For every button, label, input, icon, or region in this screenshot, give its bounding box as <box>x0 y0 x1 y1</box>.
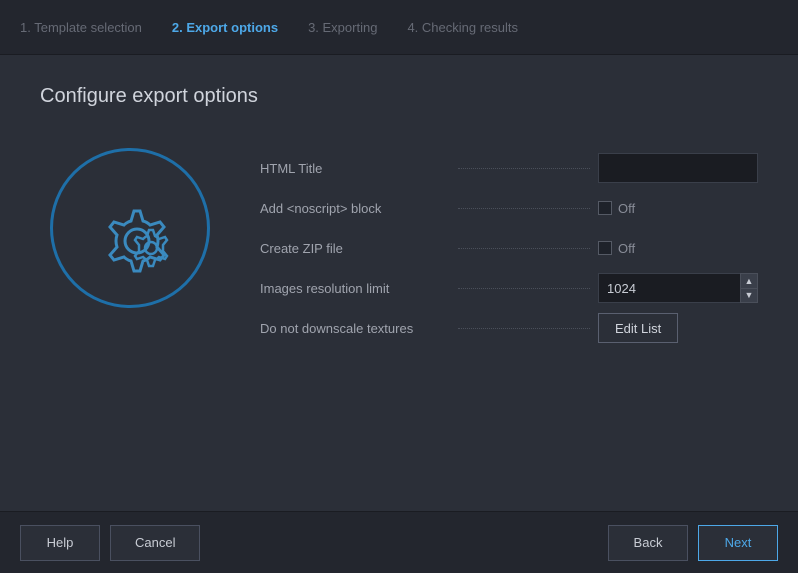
zip-off-label: Off <box>618 241 635 256</box>
images-res-row: Images resolution limit ▲ ▼ <box>260 268 758 308</box>
wizard-step-4: 4. Checking results <box>407 20 518 35</box>
edit-list-button[interactable]: Edit List <box>598 313 678 343</box>
zip-label: Create ZIP file <box>260 241 450 256</box>
html-title-dots <box>458 168 590 169</box>
downscale-label: Do not downscale textures <box>260 321 450 336</box>
images-res-label: Images resolution limit <box>260 281 450 296</box>
form-area: HTML Title Add <noscript> block Off <box>260 138 758 348</box>
images-res-up-button[interactable]: ▲ <box>740 273 758 288</box>
wizard-step-1: 1. Template selection <box>20 20 142 35</box>
zip-checkbox-row: Off <box>598 241 758 256</box>
footer-right: Back Next <box>608 525 778 561</box>
back-button[interactable]: Back <box>608 525 688 561</box>
gear-circle <box>50 148 210 308</box>
zip-checkbox[interactable] <box>598 241 612 255</box>
html-title-control <box>598 153 758 183</box>
noscript-checkbox[interactable] <box>598 201 612 215</box>
page-title: Configure export options <box>40 85 758 108</box>
images-res-control: ▲ ▼ <box>598 273 758 303</box>
images-res-spinner-buttons: ▲ ▼ <box>740 273 758 303</box>
html-title-row: HTML Title <box>260 148 758 188</box>
help-button[interactable]: Help <box>20 525 100 561</box>
footer: Help Cancel Back Next <box>0 511 798 573</box>
wizard-step-3: 3. Exporting <box>308 20 377 35</box>
noscript-checkbox-row: Off <box>598 201 758 216</box>
wizard-step-2: 2. Export options <box>172 20 278 35</box>
icon-area <box>40 138 220 318</box>
noscript-off-label: Off <box>618 201 635 216</box>
zip-dots <box>458 248 590 249</box>
gears-icon <box>75 173 185 283</box>
noscript-dots <box>458 208 590 209</box>
zip-control: Off <box>598 241 758 256</box>
noscript-label: Add <noscript> block <box>260 201 450 216</box>
images-res-spinner: ▲ ▼ <box>598 273 758 303</box>
content-body: HTML Title Add <noscript> block Off <box>40 138 758 491</box>
wizard-header: 1. Template selection 2. Export options … <box>0 0 798 55</box>
main-content: Configure export options <box>0 55 798 511</box>
images-res-dots <box>458 288 590 289</box>
downscale-control: Edit List <box>598 313 758 343</box>
html-title-label: HTML Title <box>260 161 450 176</box>
images-res-down-button[interactable]: ▼ <box>740 288 758 303</box>
images-res-input[interactable] <box>598 273 740 303</box>
html-title-input[interactable] <box>598 153 758 183</box>
noscript-row: Add <noscript> block Off <box>260 188 758 228</box>
next-button[interactable]: Next <box>698 525 778 561</box>
footer-left: Help Cancel <box>20 525 200 561</box>
downscale-row: Do not downscale textures Edit List <box>260 308 758 348</box>
zip-row: Create ZIP file Off <box>260 228 758 268</box>
noscript-control: Off <box>598 201 758 216</box>
cancel-button[interactable]: Cancel <box>110 525 200 561</box>
downscale-dots <box>458 328 590 329</box>
